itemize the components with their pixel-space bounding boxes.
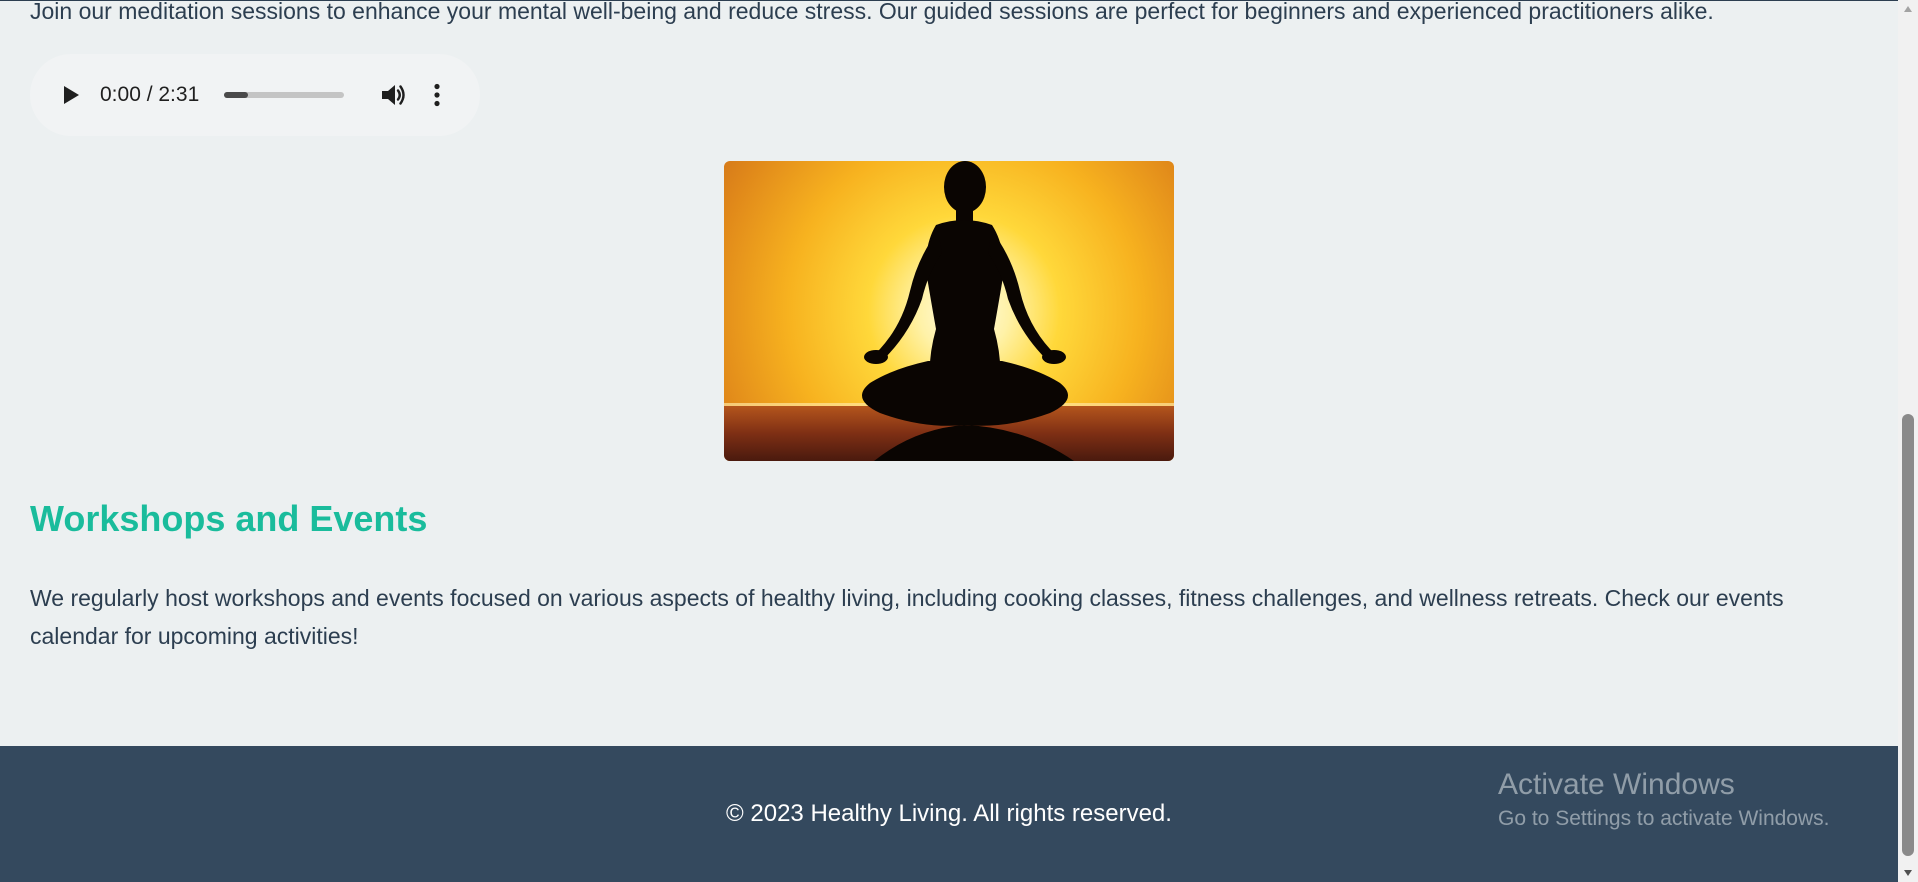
workshops-heading: Workshops and Events: [30, 498, 428, 539]
page-footer: © 2023 Healthy Living. All rights reserv…: [0, 746, 1898, 882]
workshops-description: We regularly host workshops and events f…: [30, 585, 1784, 649]
meditation-image: [724, 161, 1174, 461]
audio-progress-slider[interactable]: [224, 92, 344, 98]
audio-time-display: 0:00 / 2:31: [100, 83, 200, 106]
scroll-down-button[interactable]: [1898, 864, 1918, 882]
scroll-up-arrow-icon: [1904, 6, 1912, 12]
footer-copyright: © 2023 Healthy Living. All rights reserv…: [726, 800, 1172, 827]
page-viewport: Join our meditation sessions to enhance …: [0, 0, 1898, 882]
volume-icon: [382, 85, 405, 105]
volume-button[interactable]: [380, 81, 408, 109]
more-options-button[interactable]: [428, 81, 446, 109]
scrollbar-thumb[interactable]: [1902, 414, 1914, 856]
play-icon: [64, 86, 79, 104]
scroll-up-button[interactable]: [1898, 0, 1918, 18]
audio-player[interactable]: 0:00 / 2:31: [30, 54, 480, 136]
meditation-silhouette-icon: [724, 161, 1174, 461]
audio-progress-fill: [224, 92, 248, 98]
more-vertical-icon: [434, 83, 440, 107]
vertical-scrollbar[interactable]: [1898, 0, 1918, 882]
meditation-intro-text: Join our meditation sessions to enhance …: [30, 0, 1714, 24]
scroll-down-arrow-icon: [1904, 870, 1912, 876]
play-button[interactable]: [58, 82, 84, 108]
